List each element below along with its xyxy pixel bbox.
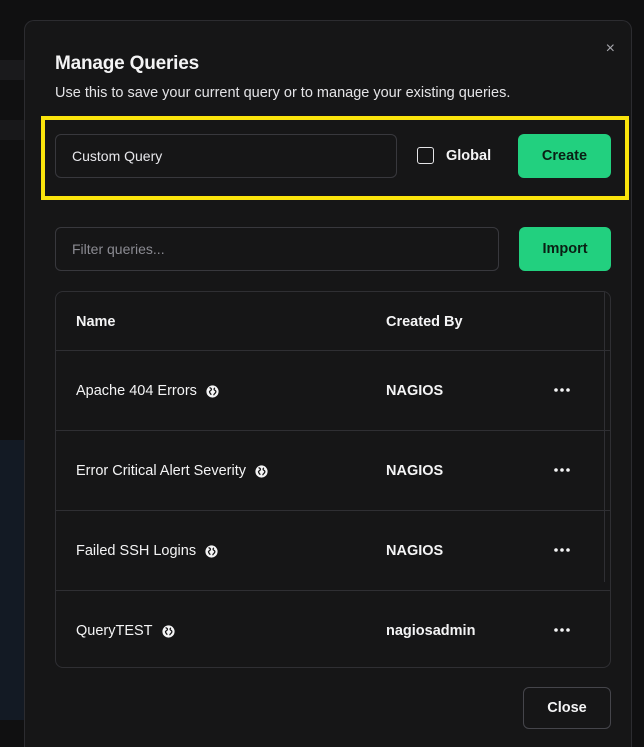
created-by-cell: NAGIOS xyxy=(386,383,444,399)
create-button[interactable]: Create xyxy=(518,134,611,178)
more-horizontal-icon xyxy=(554,468,570,472)
query-name-cell: Failed SSH Logins xyxy=(76,543,218,559)
close-icon[interactable]: × xyxy=(606,41,615,57)
backdrop-element xyxy=(0,440,24,720)
table-row: QueryTEST nagiosadmin xyxy=(56,591,610,667)
close-button[interactable]: Close xyxy=(523,687,611,729)
row-actions-button[interactable] xyxy=(552,621,572,639)
row-actions-button[interactable] xyxy=(552,541,572,559)
table-row: Failed SSH Logins NAGIOS xyxy=(56,511,610,591)
query-name: Apache 404 Errors xyxy=(76,383,197,399)
created-by-cell: NAGIOS xyxy=(386,543,444,559)
more-horizontal-icon xyxy=(554,548,570,552)
created-by-cell: nagiosadmin xyxy=(386,623,476,639)
created-by-cell: NAGIOS xyxy=(386,463,444,479)
row-actions-button[interactable] xyxy=(552,461,572,479)
query-name: Failed SSH Logins xyxy=(76,543,197,559)
more-horizontal-icon xyxy=(554,388,570,392)
filter-queries-input[interactable] xyxy=(55,227,499,271)
dialog-title: Manage Queries xyxy=(55,53,199,74)
queries-table: Name Created By Apache 404 Errors NAGIOS… xyxy=(55,291,611,668)
table-row: Error Critical Alert Severity NAGIOS xyxy=(56,431,610,511)
query-name-cell: Apache 404 Errors xyxy=(76,383,219,399)
column-header-name: Name xyxy=(76,314,116,330)
import-button[interactable]: Import xyxy=(519,227,611,271)
globe-icon xyxy=(206,384,219,398)
global-label: Global xyxy=(446,148,492,164)
column-header-created-by: Created By xyxy=(386,314,463,330)
backdrop-element xyxy=(0,120,24,140)
backdrop-element xyxy=(0,60,24,80)
more-horizontal-icon xyxy=(554,628,570,632)
query-name: Error Critical Alert Severity xyxy=(76,463,247,479)
row-actions-button[interactable] xyxy=(552,381,572,399)
dialog-subtitle: Use this to save your current query or t… xyxy=(55,85,511,101)
query-name-cell: QueryTEST xyxy=(76,623,175,639)
globe-icon xyxy=(205,544,218,558)
globe-icon xyxy=(255,464,268,478)
table-row: Apache 404 Errors NAGIOS xyxy=(56,351,610,431)
table-header-row: Name Created By xyxy=(56,292,610,351)
query-name-input[interactable] xyxy=(55,134,397,178)
query-name: QueryTEST xyxy=(76,623,153,639)
query-name-cell: Error Critical Alert Severity xyxy=(76,463,268,479)
globe-icon xyxy=(161,624,175,638)
global-checkbox[interactable] xyxy=(417,147,434,164)
manage-queries-dialog: × Manage Queries Use this to save your c… xyxy=(24,20,632,747)
